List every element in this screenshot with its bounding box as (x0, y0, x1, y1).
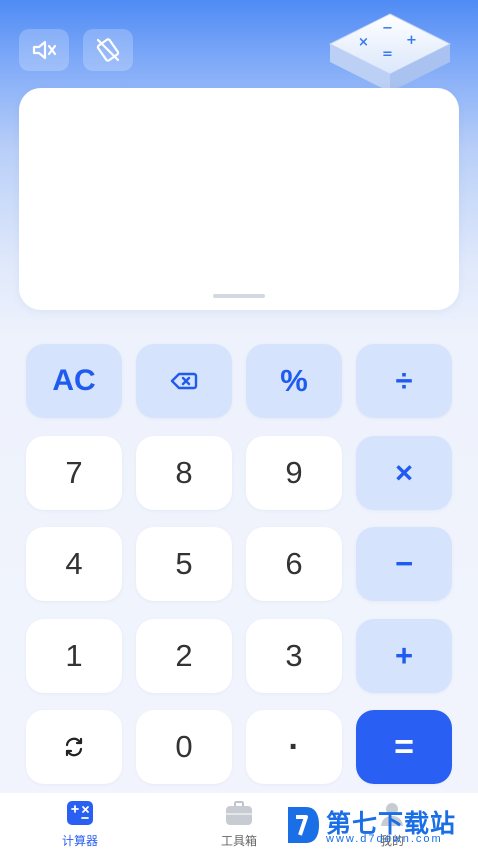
digit-0-button[interactable]: 0 (136, 710, 232, 784)
tab-calculator[interactable]: 计算器 (30, 793, 130, 850)
digit-4-button[interactable]: 4 (26, 527, 122, 601)
digit-9-button[interactable]: 9 (246, 436, 342, 510)
subtract-button[interactable]: − (356, 527, 452, 601)
percent-button[interactable]: % (246, 344, 342, 418)
tab-toolbox[interactable]: 工具箱 (189, 793, 289, 850)
switch-mode-button[interactable] (26, 710, 122, 784)
svg-text:+: + (406, 33, 417, 48)
tab-toolbox-label: 工具箱 (220, 834, 257, 848)
svg-text:×: × (358, 35, 369, 50)
multiply-button[interactable]: × (356, 436, 452, 510)
equals-button[interactable]: = (356, 710, 452, 784)
svg-text:=: = (382, 47, 393, 62)
sound-toggle-button[interactable] (19, 29, 69, 71)
tab-calculator-label: 计算器 (61, 834, 98, 848)
rotation-toggle-button[interactable] (83, 29, 133, 71)
clear-button[interactable]: AC (26, 344, 122, 418)
watermark: 第七下载站 www.d7down.com (282, 800, 472, 850)
digit-3-button[interactable]: 3 (246, 619, 342, 693)
digit-5-button[interactable]: 5 (136, 527, 232, 601)
svg-text:−: − (382, 21, 393, 36)
result-display (19, 88, 459, 310)
digit-7-button[interactable]: 7 (26, 436, 122, 510)
drag-handle[interactable] (213, 294, 265, 298)
digit-1-button[interactable]: 1 (26, 619, 122, 693)
backspace-icon (170, 372, 198, 390)
watermark-logo-icon (288, 807, 319, 843)
decimal-button[interactable]: · (246, 710, 342, 784)
calculator-icon (67, 801, 93, 825)
digit-8-button[interactable]: 8 (136, 436, 232, 510)
watermark-url: www.d7down.com (326, 833, 443, 845)
calculator-blocks-illustration: − + × = (328, 13, 452, 92)
add-button[interactable]: + (356, 619, 452, 693)
toolbox-icon (226, 801, 252, 825)
digit-2-button[interactable]: 2 (136, 619, 232, 693)
rotation-lock-off-icon (96, 38, 120, 62)
divide-button[interactable]: ÷ (356, 344, 452, 418)
switch-icon (65, 737, 83, 757)
digit-6-button[interactable]: 6 (246, 527, 342, 601)
backspace-button[interactable] (136, 344, 232, 418)
speaker-muted-icon (32, 40, 57, 60)
